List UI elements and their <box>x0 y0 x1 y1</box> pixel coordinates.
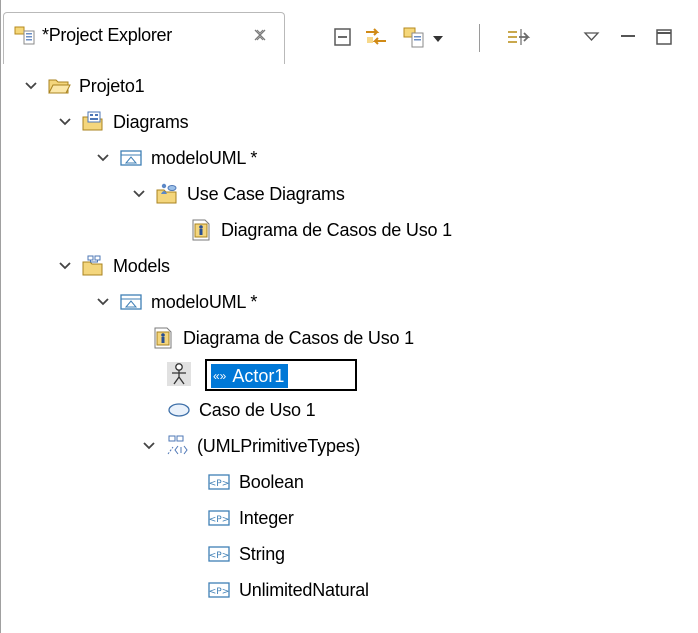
tree-item-label: modeloUML * <box>151 291 258 312</box>
close-icon[interactable] <box>252 27 268 43</box>
tree-item-projeto1[interactable]: Projeto1 <box>21 68 145 104</box>
tree-item-modelouml[interactable]: modeloUML * <box>93 140 257 176</box>
maximize-icon[interactable] <box>651 24 677 50</box>
diagram-icon <box>192 219 210 241</box>
models-folder-icon <box>82 255 103 276</box>
chevron-down-icon[interactable] <box>21 76 41 96</box>
primitive-type-icon: <P> <box>208 510 230 526</box>
tree-item-diagrams[interactable]: Diagrams <box>55 104 189 140</box>
tree-item-string[interactable]: <P> String <box>201 536 285 572</box>
use-case-diagrams-folder-icon <box>156 183 177 204</box>
svg-text:<P>: <P> <box>209 587 230 597</box>
minimize-icon[interactable] <box>615 24 641 50</box>
tree-item-label: Caso de Uso 1 <box>199 399 316 420</box>
tree-item-label: Diagrams <box>113 111 189 132</box>
svg-text:<P>: <P> <box>209 551 230 561</box>
stereotype-marker: «» <box>213 369 227 383</box>
package-import-icon <box>167 435 188 455</box>
tree-item-label: Projeto1 <box>79 75 145 96</box>
project-tree: Projeto1 Diagrams modeloUML * Use Case D… <box>1 64 698 633</box>
primitive-type-icon: <P> <box>208 582 230 598</box>
rename-selection[interactable]: «» Actor1 <box>211 364 289 388</box>
link-with-editor-icon[interactable] <box>363 24 389 50</box>
tree-item-integer[interactable]: <P> Integer <box>201 500 294 536</box>
collapse-all-icon[interactable] <box>329 24 355 50</box>
chevron-down-icon[interactable] <box>129 184 149 204</box>
tree-item-uml-primitive-types[interactable]: (UMLPrimitiveTypes) <box>139 428 360 464</box>
tree-item-label: Integer <box>239 507 294 528</box>
tree-item-use-case-diagrams[interactable]: Use Case Diagrams <box>129 176 345 212</box>
chevron-down-icon[interactable] <box>139 436 159 456</box>
use-case-icon <box>168 403 190 417</box>
model-icon <box>120 294 142 310</box>
primitive-type-icon: <P> <box>208 474 230 490</box>
project-folder-icon <box>48 79 71 94</box>
tree-item-modelouml-model[interactable]: modeloUML * <box>93 284 257 320</box>
tree-item-models[interactable]: Models <box>55 248 170 284</box>
tree-item-label: Boolean <box>239 471 304 492</box>
tree-item-label: String <box>239 543 285 564</box>
chevron-down-icon[interactable] <box>55 112 75 132</box>
tree-item-boolean[interactable]: <P> Boolean <box>201 464 304 500</box>
tree-item-diagrama-casos-uso[interactable]: Diagrama de Casos de Uso 1 <box>183 212 452 248</box>
tab-project-explorer[interactable]: *Project Explorer <box>3 12 285 64</box>
tab-title: *Project Explorer <box>42 25 172 45</box>
dropdown-arrow-icon[interactable] <box>429 24 447 50</box>
filter-icon[interactable] <box>505 24 531 50</box>
chevron-down-icon[interactable] <box>93 148 113 168</box>
tree-item-label: Diagrama de Casos de Uso 1 <box>183 327 414 348</box>
toolbar-separator <box>479 24 480 52</box>
tree-item-label: Use Case Diagrams <box>187 183 345 204</box>
svg-text:<P>: <P> <box>209 479 230 489</box>
primitive-type-icon: <P> <box>208 546 230 562</box>
tree-item-label: Diagrama de Casos de Uso 1 <box>221 219 452 240</box>
tree-item-actor1[interactable] <box>161 356 191 392</box>
tree-item-label: UnlimitedNatural <box>239 579 369 600</box>
rename-editor[interactable]: «» Actor1 <box>205 359 357 391</box>
new-icon[interactable] <box>401 24 427 50</box>
view-menu-icon[interactable] <box>579 24 605 50</box>
view-header: *Project Explorer <box>1 0 698 64</box>
diagram-icon <box>154 327 172 349</box>
tree-item-label: (UMLPrimitiveTypes) <box>197 435 361 456</box>
project-explorer-icon <box>14 26 35 45</box>
tree-item-label: modeloUML * <box>151 147 258 168</box>
svg-text:<P>: <P> <box>209 515 230 525</box>
tree-item-unlimited-natural[interactable]: <P> UnlimitedNatural <box>201 572 369 608</box>
model-icon <box>120 150 142 166</box>
project-explorer-view: *Project Explorer Projeto1 Diagrams mode… <box>0 0 698 633</box>
chevron-down-icon[interactable] <box>93 292 113 312</box>
actor-icon <box>167 362 191 386</box>
tree-item-caso-de-uso[interactable]: Caso de Uso 1 <box>161 392 316 428</box>
rename-input-value[interactable]: Actor1 <box>232 366 284 387</box>
diagrams-folder-icon <box>82 111 103 131</box>
tree-item-diagrama-casos-uso-model[interactable]: Diagrama de Casos de Uso 1 <box>145 320 414 356</box>
tree-item-label: Models <box>113 255 170 276</box>
chevron-down-icon[interactable] <box>55 256 75 276</box>
